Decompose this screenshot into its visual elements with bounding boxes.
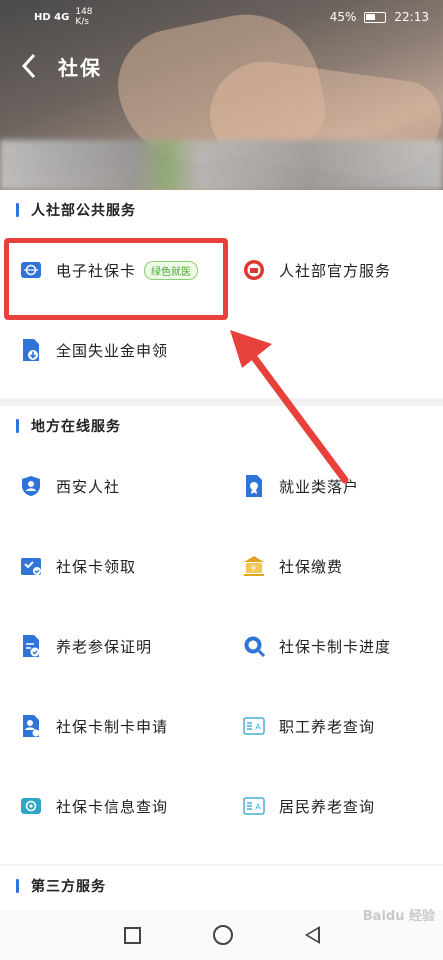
service-xian-hrss[interactable]: 西安人社	[0, 446, 221, 526]
bank-icon: ¥	[243, 555, 265, 577]
blurred-info-strip	[0, 140, 443, 190]
top-nav: 社保	[0, 44, 443, 88]
document-check-icon	[20, 635, 42, 657]
section-public-services: 人社部公共服务 电子社保卡 绿色就医 人社部官方服务 全国失业金申领	[0, 190, 443, 398]
section-title: 地方在线服务	[31, 419, 121, 435]
network-indicator: HD 4G	[34, 11, 70, 23]
svg-text:A: A	[255, 803, 261, 812]
service-social-payment[interactable]: ¥ 社保缴费	[221, 526, 443, 606]
section-header: 人社部公共服务	[0, 190, 443, 230]
service-pension-certificate[interactable]: 养老参保证明	[0, 606, 221, 686]
id-card-icon: A	[243, 795, 265, 817]
page-title: 社保	[58, 55, 102, 80]
header-banner: HD 4G 148 K/s 45% 22:13 社保	[0, 0, 443, 190]
service-employment-settlement[interactable]: 就业类落户	[221, 446, 443, 526]
service-card-pickup[interactable]: 社保卡领取	[0, 526, 221, 606]
service-label: 社保缴费	[279, 557, 344, 576]
section-header: 地方在线服务	[0, 406, 443, 446]
chevron-left-icon	[21, 53, 36, 79]
document-download-icon	[20, 339, 42, 361]
service-card-progress[interactable]: 社保卡制卡进度	[221, 606, 443, 686]
service-employee-pension[interactable]: A 职工养老查询	[221, 686, 443, 766]
back-button[interactable]	[0, 44, 58, 88]
service-label: 社保卡信息查询	[56, 797, 169, 816]
network-speed: 148 K/s	[75, 7, 93, 27]
shield-person-icon	[20, 475, 42, 497]
card-search-icon	[20, 795, 42, 817]
service-label: 人社部官方服务	[279, 261, 392, 280]
service-label: 社保卡领取	[56, 557, 137, 576]
document-person-icon	[20, 715, 42, 737]
battery-icon	[364, 11, 387, 23]
section-header: 第三方服务	[0, 866, 443, 906]
service-label: 社保卡制卡申请	[56, 717, 169, 736]
svg-text:A: A	[255, 723, 261, 732]
battery-percent: 45%	[329, 10, 357, 24]
service-label: 就业类落户	[279, 477, 360, 496]
section-local-services: 地方在线服务 西安人社 就业类落户 社保卡领取 ¥ 社保缴费 养老参保证明 社保…	[0, 406, 443, 864]
service-electronic-card[interactable]: 电子社保卡 绿色就医	[0, 230, 221, 310]
service-mohrss-official[interactable]: 人社部官方服务	[221, 230, 443, 310]
service-card-info[interactable]: 社保卡信息查询	[0, 766, 221, 846]
card-icon	[20, 259, 42, 281]
service-card-application[interactable]: 社保卡制卡申请	[0, 686, 221, 766]
section-third-party: 第三方服务	[0, 866, 443, 910]
section-title: 第三方服务	[31, 879, 106, 895]
emblem-icon	[243, 259, 265, 281]
service-unemployment-claim[interactable]: 全国失业金申领	[0, 310, 221, 390]
svg-text:¥: ¥	[251, 564, 257, 573]
service-label: 居民养老查询	[279, 797, 376, 816]
service-label: 全国失业金申领	[56, 341, 169, 360]
service-resident-pension[interactable]: A 居民养老查询	[221, 766, 443, 846]
inbox-check-icon	[20, 555, 42, 577]
watermark: Baidu 经验	[362, 909, 435, 924]
circle-icon[interactable]	[212, 925, 233, 945]
service-label: 西安人社	[56, 477, 121, 496]
document-medal-icon	[243, 475, 265, 497]
section-title: 人社部公共服务	[31, 203, 136, 219]
clock: 22:13	[394, 10, 429, 24]
service-label: 社保卡制卡进度	[279, 637, 392, 656]
search-progress-icon	[243, 635, 265, 657]
service-label: 职工养老查询	[279, 717, 376, 736]
triangle-back-icon[interactable]	[304, 926, 320, 944]
id-card-icon: A	[243, 715, 265, 737]
square-icon[interactable]	[123, 926, 141, 944]
service-label: 电子社保卡	[56, 261, 137, 280]
service-label: 养老参保证明	[56, 637, 153, 656]
green-medical-badge: 绿色就医	[144, 260, 199, 280]
status-bar: HD 4G 148 K/s 45% 22:13	[0, 0, 443, 34]
